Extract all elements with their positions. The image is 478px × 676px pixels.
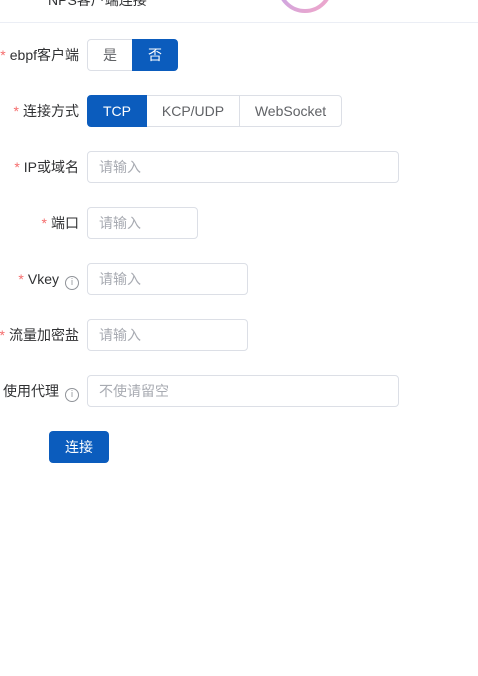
proxy-input[interactable]: [87, 375, 399, 407]
form-item-protocol: * 连接方式 TCP KCP/UDP WebSocket: [0, 95, 478, 127]
required-mark: *: [0, 327, 5, 343]
form-item-host: * IP或域名: [0, 151, 478, 183]
host-input[interactable]: [87, 151, 399, 183]
required-mark: *: [13, 103, 19, 119]
form-item-port: * 端口: [0, 207, 478, 239]
ebpf-option-no[interactable]: 否: [132, 39, 178, 71]
host-label: * IP或域名: [14, 159, 79, 175]
form-item-salt: * 流量加密盐: [0, 319, 478, 351]
page-title: NPS客户端连接: [48, 0, 147, 8]
vkey-input[interactable]: [87, 263, 248, 295]
info-icon[interactable]: i: [65, 276, 79, 290]
info-icon[interactable]: i: [65, 388, 79, 402]
form-item-vkey: * Vkey i: [0, 263, 478, 295]
connect-button[interactable]: 连接: [49, 431, 109, 463]
port-input[interactable]: [87, 207, 198, 239]
form-item-ebpf: * ebpf客户端 是 否: [0, 39, 478, 71]
app-logo-icon: [281, 0, 329, 13]
protocol-option-kcp-udp[interactable]: KCP/UDP: [146, 95, 240, 127]
required-mark: *: [0, 47, 6, 63]
required-mark: *: [41, 215, 47, 231]
vkey-label: * Vkey i: [18, 263, 79, 295]
form-item-proxy: 使用代理 i: [0, 375, 478, 407]
proxy-label: 使用代理 i: [3, 375, 79, 407]
ebpf-option-yes[interactable]: 是: [87, 39, 133, 71]
salt-input[interactable]: [87, 319, 248, 351]
required-mark: *: [18, 271, 24, 287]
required-mark: *: [14, 159, 20, 175]
port-label: * 端口: [41, 215, 79, 231]
protocol-label: * 连接方式: [13, 103, 79, 119]
protocol-selector: TCP KCP/UDP WebSocket: [87, 95, 342, 127]
salt-label: * 流量加密盐: [0, 327, 79, 343]
ebpf-toggle: 是 否: [87, 39, 178, 71]
protocol-option-websocket[interactable]: WebSocket: [239, 95, 342, 127]
top-bar: NPS客户端连接: [0, 0, 478, 23]
protocol-option-tcp[interactable]: TCP: [87, 95, 147, 127]
ebpf-label: * ebpf客户端: [0, 47, 79, 63]
